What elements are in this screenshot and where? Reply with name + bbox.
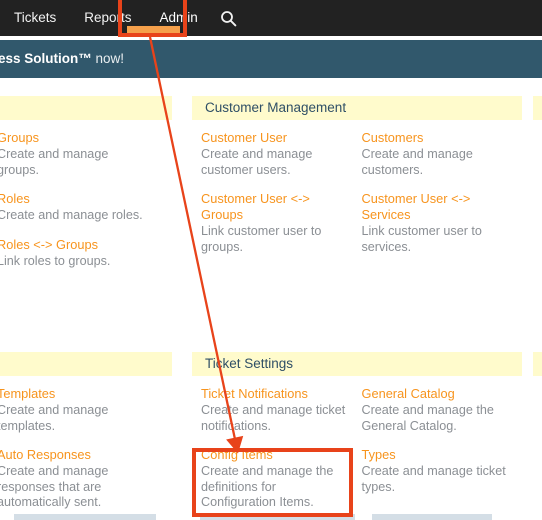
admin-link-ticket-notifications[interactable]: Ticket Notifications (201, 386, 350, 402)
admin-desc-customers: Create and manage customers. (361, 147, 473, 177)
panel-customer-management: Customer Management Customer User Create… (192, 96, 522, 268)
panel-column: General Catalog Create and manage the Ge… (362, 386, 523, 520)
admin-link-customer-user-services[interactable]: Customer User <-> Services (362, 191, 511, 223)
panel-clipped-right-bottom (533, 352, 542, 376)
panel-title-ticket-settings: Ticket Settings (192, 352, 522, 376)
admin-desc-types: Create and manage ticket types. (361, 464, 506, 494)
list-item: Templates Create and manage templates. (0, 386, 145, 434)
admin-desc-roles-groups: Link roles to groups. (0, 253, 111, 268)
admin-link-groups[interactable]: Groups (0, 130, 145, 146)
admin-desc-templates: Create and manage templates. (0, 403, 109, 433)
list-item: Customer User <-> Services Link customer… (362, 191, 511, 255)
panel-title-customer-management: Customer Management (192, 96, 522, 120)
admin-overview-page: Tickets Reports Admin ess Solution™ now! (0, 0, 542, 520)
admin-link-templates[interactable]: Templates (0, 386, 145, 402)
admin-link-customer-user[interactable]: Customer User (201, 130, 350, 146)
panel-ticket-settings: Ticket Settings Ticket Notifications Cre… (192, 352, 522, 520)
navbar-items: Tickets Reports Admin (0, 0, 246, 36)
active-tab-underline (127, 26, 180, 33)
list-item: Customers Create and manage customers. (362, 130, 511, 178)
list-item: Types Create and manage ticket types. (362, 447, 511, 495)
panel-body-user-management: Groups Create and manage groups. Roles C… (0, 120, 172, 282)
admin-desc-general-catalog: Create and manage the General Catalog. (361, 403, 494, 433)
list-item: General Catalog Create and manage the Ge… (362, 386, 511, 434)
admin-link-customers[interactable]: Customers (362, 130, 511, 146)
admin-desc-auto-responses: Create and manage responses that are aut… (0, 464, 109, 509)
admin-link-roles[interactable]: Roles (0, 191, 145, 207)
panel-column: Customer User Create and manage customer… (201, 130, 362, 268)
admin-link-types[interactable]: Types (362, 447, 511, 463)
admin-link-config-items[interactable]: Config Items (201, 447, 350, 463)
panel-column: Groups Create and manage groups. Roles C… (0, 130, 157, 282)
search-icon[interactable] (212, 0, 246, 36)
panel-title-user-management (0, 96, 172, 120)
admin-content-area: Groups Create and manage groups. Roles C… (0, 78, 542, 520)
list-item: Ticket Notifications Create and manage t… (201, 386, 350, 434)
promo-banner-text-tail: now! (91, 51, 125, 66)
panel-body-customer-management: Customer User Create and manage customer… (192, 120, 522, 268)
panel-column: Customers Create and manage customers. C… (362, 130, 523, 268)
promo-banner-text-bold: ess Solution™ (0, 51, 92, 66)
main-navbar: Tickets Reports Admin (0, 0, 542, 36)
panel-body-ticket-settings: Ticket Notifications Create and manage t… (192, 376, 522, 520)
panel-communication: Templates Create and manage templates. A… (0, 352, 172, 520)
admin-desc-config-items: Create and manage the definitions for Co… (201, 464, 334, 509)
list-item: Roles <-> Groups Link roles to groups. (0, 237, 145, 270)
list-item: Groups Create and manage groups. (0, 130, 145, 178)
panel-column: Ticket Notifications Create and manage t… (201, 386, 362, 520)
admin-link-general-catalog[interactable]: General Catalog (362, 386, 511, 402)
admin-link-customer-user-groups[interactable]: Customer User <-> Groups (201, 191, 350, 223)
list-item: Customer User <-> Groups Link customer u… (201, 191, 350, 255)
panel-title-communication (0, 352, 172, 376)
promo-banner-text: ess Solution™ now! (0, 51, 124, 66)
list-item: Auto Responses Create and manage respons… (0, 447, 145, 511)
nav-item-tickets[interactable]: Tickets (0, 0, 70, 36)
panel-title-clipped-right-bottom (533, 352, 542, 376)
bottom-clipped-row (0, 513, 542, 520)
admin-desc-customer-user: Create and manage customer users. (201, 147, 313, 177)
admin-link-roles-groups[interactable]: Roles <-> Groups (0, 237, 145, 253)
admin-desc-customer-user-groups: Link customer user to groups. (201, 224, 322, 254)
list-item: Roles Create and manage roles. (0, 191, 145, 224)
panel-user-management: Groups Create and manage groups. Roles C… (0, 96, 172, 282)
admin-link-auto-responses[interactable]: Auto Responses (0, 447, 145, 463)
admin-desc-groups: Create and manage groups. (0, 147, 109, 177)
admin-desc-ticket-notifications: Create and manage ticket notifications. (201, 403, 346, 433)
list-item: Customer User Create and manage customer… (201, 130, 350, 178)
list-item: Config Items Create and manage the defin… (201, 447, 350, 511)
admin-desc-customer-user-services: Link customer user to services. (361, 224, 482, 254)
panel-clipped-right-top (533, 96, 542, 120)
panel-column: Templates Create and manage templates. A… (0, 386, 157, 520)
admin-desc-roles: Create and manage roles. (0, 208, 143, 222)
panel-title-clipped-right-top (533, 96, 542, 120)
panel-body-communication: Templates Create and manage templates. A… (0, 376, 172, 520)
